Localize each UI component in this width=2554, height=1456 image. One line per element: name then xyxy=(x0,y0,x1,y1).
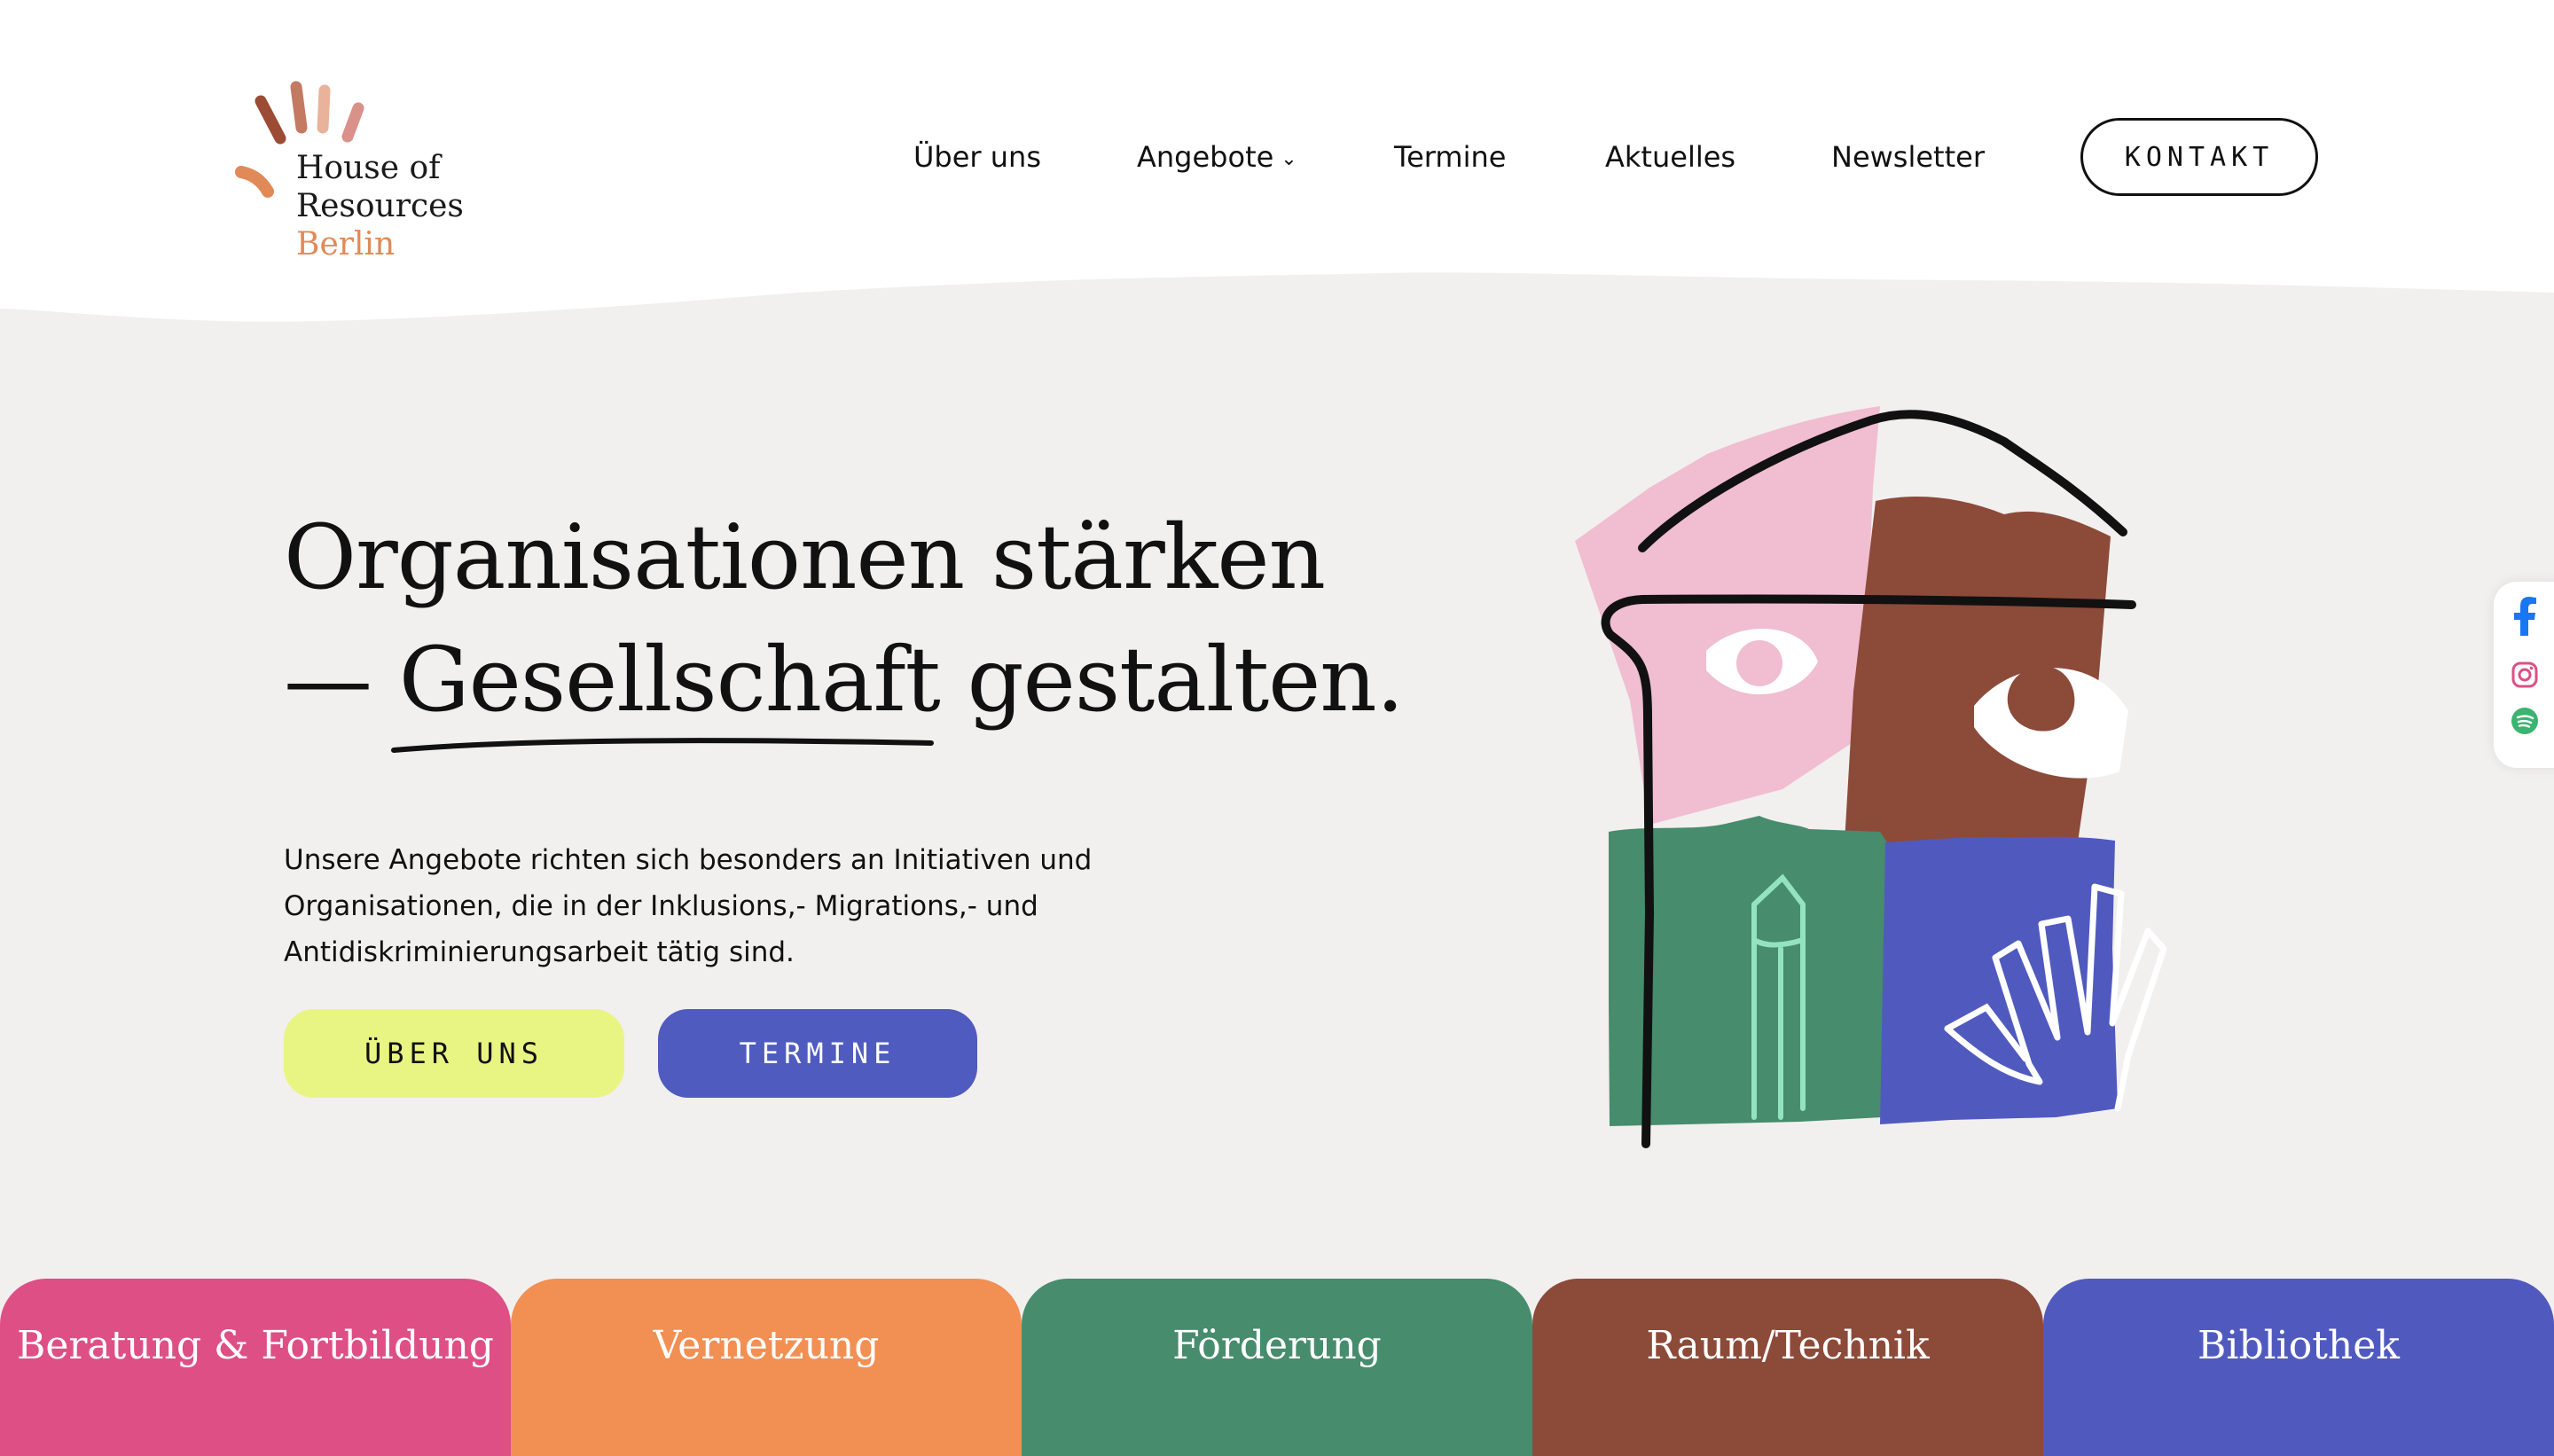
facebook-icon[interactable] xyxy=(2510,597,2540,636)
logo-wordmark: House of Resources Berlin xyxy=(296,149,464,263)
tile-label: Beratung & Fortbildung xyxy=(17,1323,494,1368)
chevron-down-icon: ⌄ xyxy=(1281,147,1297,170)
contact-button[interactable]: KONTAKT xyxy=(2080,118,2318,196)
hero-title-line-2: — Gesellschaft gestalten. xyxy=(284,628,1404,732)
tile-label: Bibliothek xyxy=(2198,1323,2400,1368)
tile-label: Raum/Technik xyxy=(1646,1323,1930,1368)
nav-item-newsletter[interactable]: Newsletter xyxy=(1831,140,1985,174)
nav-label: Über uns xyxy=(913,140,1041,174)
tile-bibliothek[interactable]: Bibliothek xyxy=(2043,1279,2554,1456)
house-face-illustration xyxy=(1575,406,2167,1148)
title-underline-decoration xyxy=(391,738,934,753)
events-button[interactable]: TERMINE xyxy=(658,1009,977,1098)
nav-label: Newsletter xyxy=(1831,140,1985,174)
nav-label: Termine xyxy=(1394,140,1507,174)
logo-line-2: Resources xyxy=(296,188,464,224)
nav-item-angebote[interactable]: Angebote ⌄ xyxy=(1137,140,1297,174)
instagram-icon[interactable] xyxy=(2510,660,2540,690)
spotify-icon[interactable] xyxy=(2510,706,2540,736)
tile-raum-technik[interactable]: Raum/Technik xyxy=(1532,1279,2043,1456)
hero-title: Organisationen stärken — Gesellschaft ge… xyxy=(284,497,1404,741)
nav-label: Aktuelles xyxy=(1605,140,1736,174)
tile-vernetzung[interactable]: Vernetzung xyxy=(511,1279,1022,1456)
logo-line-1: House of xyxy=(296,150,441,186)
tile-label: Förderung xyxy=(1172,1323,1382,1368)
hero-title-line-1: Organisationen stärken xyxy=(284,505,1326,609)
about-us-button[interactable]: ÜBER UNS xyxy=(284,1009,624,1098)
nav-item-ueber-uns[interactable]: Über uns xyxy=(913,140,1041,174)
tile-beratung-fortbildung[interactable]: Beratung & Fortbildung xyxy=(0,1279,511,1456)
social-sidebar xyxy=(2494,582,2554,768)
nav-item-termine[interactable]: Termine xyxy=(1394,140,1506,174)
logo-line-3: Berlin xyxy=(296,226,396,262)
tile-foerderung[interactable]: Förderung xyxy=(1022,1279,1532,1456)
category-tiles: Beratung & Fortbildung Vernetzung Förder… xyxy=(0,1279,2554,1456)
nav-item-aktuelles[interactable]: Aktuelles xyxy=(1605,140,1735,174)
hero-description: Unsere Angebote richten sich besonders a… xyxy=(284,844,1093,968)
tile-label: Vernetzung xyxy=(653,1323,880,1368)
nav-label: Angebote xyxy=(1137,140,1274,174)
